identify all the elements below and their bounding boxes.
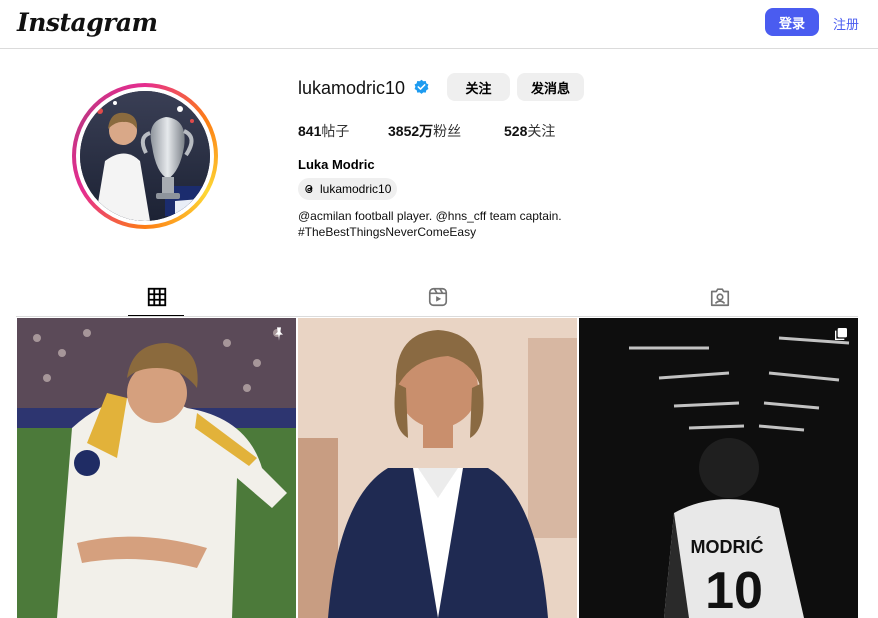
verified-badge-icon [414, 79, 429, 94]
stat-followers-value: 3852万 [388, 123, 434, 139]
stat-posts-label: 帖子 [321, 123, 350, 139]
stat-following[interactable]: 528关注 [504, 121, 555, 141]
threads-link[interactable]: lukamodric10 [298, 178, 398, 200]
login-button[interactable]: 登录 [765, 8, 819, 36]
message-button[interactable]: 发消息 [517, 73, 584, 101]
post-2-image [298, 318, 577, 618]
stat-posts-value: 841 [298, 123, 322, 139]
tabs-divider [16, 316, 858, 317]
stat-posts: 841帖子 [298, 121, 349, 141]
tab-posts-grid-icon[interactable] [146, 286, 168, 308]
follow-button[interactable]: 关注 [447, 73, 510, 101]
register-link[interactable]: 注册 [833, 14, 859, 33]
top-bar: Instagram 登录 注册 [0, 0, 878, 49]
carousel-icon [835, 328, 847, 340]
avatar-illustration [80, 91, 210, 221]
tab-reels-icon[interactable] [427, 286, 449, 308]
avatar-border [76, 87, 214, 225]
stat-followers-label: 粉丝 [433, 123, 462, 139]
bio-line-1: @acmilan football player. @hns_cff team … [298, 209, 562, 223]
threads-icon [305, 184, 313, 194]
instagram-logo[interactable]: Instagram [17, 8, 158, 37]
bio-line-2[interactable]: #TheBestThingsNeverComeEasy [298, 224, 562, 240]
stat-following-value: 528 [504, 123, 528, 139]
post-tile-1[interactable] [17, 318, 296, 618]
pin-icon [275, 327, 283, 341]
jersey-name: MODRIĆ [691, 536, 764, 557]
avatar-photo [80, 91, 210, 221]
post-tile-3[interactable]: MODRIĆ 10 [579, 318, 858, 618]
jersey-number: 10 [705, 562, 763, 618]
stat-followers[interactable]: 3852万粉丝 [388, 121, 461, 141]
profile-username: lukamodric10 [298, 78, 406, 98]
profile-avatar[interactable] [72, 83, 218, 229]
post-1-image [17, 318, 296, 618]
stat-following-label: 关注 [527, 123, 556, 139]
profile-full-name: Luka Modric [298, 157, 375, 172]
profile-bio: @acmilan football player. @hns_cff team … [298, 208, 562, 240]
post-tile-2[interactable] [298, 318, 577, 618]
post-3-image: MODRIĆ 10 [579, 318, 858, 618]
tab-tagged-icon[interactable] [709, 286, 731, 308]
threads-handle: lukamodric10 [320, 182, 392, 196]
